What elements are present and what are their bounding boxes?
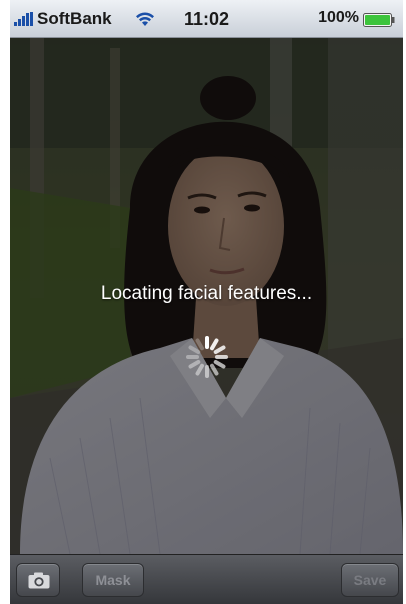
wifi-icon — [136, 12, 154, 26]
battery-icon — [363, 13, 395, 27]
battery-percent: 100% — [318, 9, 359, 26]
phone-screen: SoftBank 11:02 100% Locating facial feat… — [10, 0, 403, 604]
mask-button[interactable]: Mask — [82, 563, 144, 597]
status-bar: SoftBank 11:02 100% — [10, 0, 403, 38]
camera-button[interactable] — [16, 563, 60, 597]
carrier-name: SoftBank — [37, 9, 112, 28]
activity-spinner-icon — [186, 336, 228, 378]
camera-icon — [28, 572, 50, 589]
signal-bars-icon — [14, 12, 33, 26]
portrait-photo: Locating facial features... — [10, 38, 403, 554]
status-message: Locating facial features... — [100, 283, 313, 304]
bottom-toolbar: Mask Save — [10, 554, 403, 604]
save-button[interactable]: Save — [341, 563, 399, 597]
